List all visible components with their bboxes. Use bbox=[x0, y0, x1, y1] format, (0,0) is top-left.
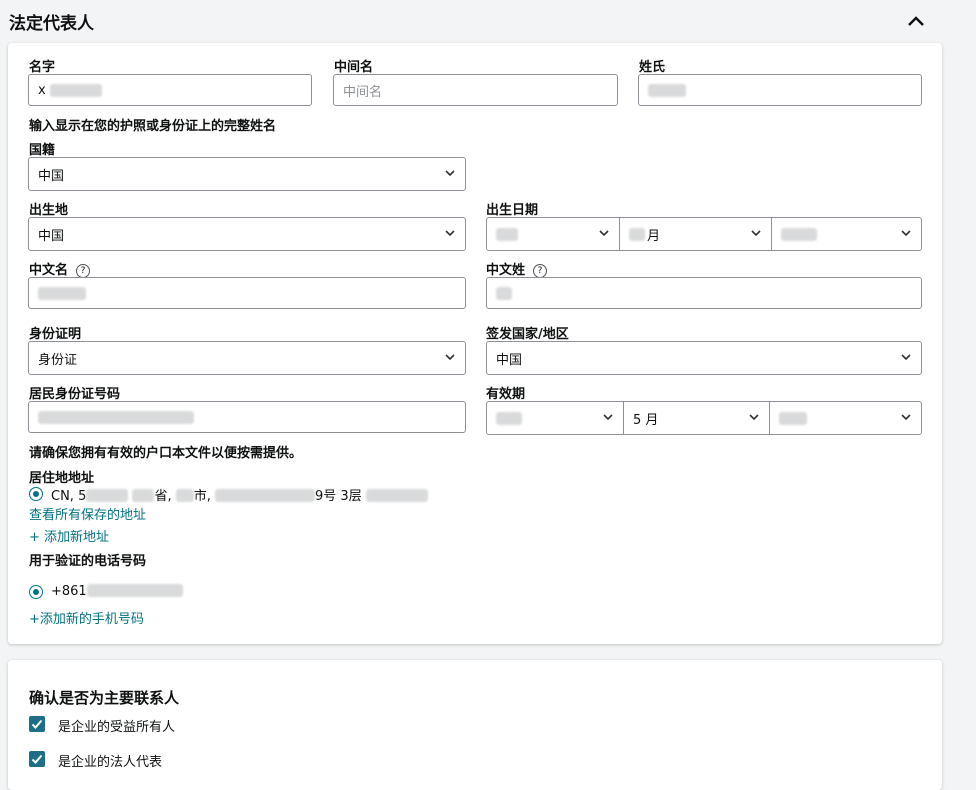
chevron-down-icon bbox=[603, 414, 613, 421]
redacted-text bbox=[38, 410, 194, 424]
middle-name-input[interactable]: 中间名 bbox=[333, 74, 618, 106]
name-hint: 输入显示在您的护照或身份证上的完整姓名 bbox=[29, 119, 277, 134]
help-icon[interactable]: ? bbox=[533, 264, 548, 278]
chevron-down-icon bbox=[749, 414, 759, 421]
birthplace-value: 中国 bbox=[38, 228, 65, 244]
birthplace-select[interactable]: 中国 bbox=[28, 217, 466, 251]
birthdate-label: 出生日期 bbox=[486, 203, 539, 218]
chevron-down-icon bbox=[901, 414, 911, 421]
add-address-link[interactable]: + 添加新地址 bbox=[29, 526, 109, 545]
chevron-down-icon bbox=[901, 354, 911, 361]
expiry-label: 有效期 bbox=[486, 387, 526, 402]
chinese-first-name-label-text: 中文名 bbox=[29, 263, 69, 278]
last-name-label: 姓氏 bbox=[639, 60, 666, 75]
phone-value: +861 bbox=[51, 584, 87, 599]
redacted-text bbox=[86, 584, 183, 597]
expiry-month-select[interactable]: 5 月 bbox=[623, 401, 770, 435]
chevron-down-icon bbox=[445, 230, 455, 237]
redacted-text bbox=[496, 227, 518, 241]
view-saved-addresses-link[interactable]: 查看所有保存的地址 bbox=[29, 504, 146, 523]
last-name-input[interactable] bbox=[638, 74, 922, 106]
address-part: 9号 3层 bbox=[315, 489, 362, 504]
chevron-up-icon[interactable] bbox=[905, 12, 927, 30]
redacted-text bbox=[38, 286, 86, 300]
redacted-text bbox=[365, 489, 428, 502]
nationality-select[interactable]: 中国 bbox=[28, 157, 466, 191]
nationality-label: 国籍 bbox=[29, 143, 56, 158]
id-type-value: 身份证 bbox=[38, 352, 78, 368]
legal-representative-label: 是企业的法人代表 bbox=[58, 755, 163, 770]
chevron-down-icon bbox=[445, 354, 455, 361]
checkbox-checked-icon[interactable] bbox=[29, 716, 45, 732]
birthplace-label: 出生地 bbox=[29, 203, 69, 218]
redacted-text bbox=[496, 286, 512, 300]
legal-representative-card: 名字 x 中间名 中间名 姓氏 输入显示在您的护照或身份证上的完整姓名 国籍 中… bbox=[8, 43, 942, 644]
phone-label: 用于验证的电话号码 bbox=[29, 554, 147, 569]
chevron-down-icon bbox=[445, 170, 455, 177]
expiry-day-select[interactable] bbox=[769, 401, 922, 435]
nationality-value: 中国 bbox=[38, 168, 65, 184]
expiry-year-select[interactable] bbox=[486, 401, 624, 435]
id-type-select[interactable]: 身份证 bbox=[28, 341, 466, 375]
birth-year-select[interactable] bbox=[486, 217, 620, 251]
chevron-down-icon bbox=[599, 230, 609, 237]
expiry-month-value: 5 月 bbox=[633, 412, 659, 428]
address-part: 市, bbox=[193, 489, 216, 504]
help-icon[interactable]: ? bbox=[76, 264, 91, 278]
id-number-input[interactable] bbox=[28, 401, 466, 433]
checkbox-checked-icon[interactable] bbox=[29, 751, 45, 767]
chinese-last-name-label: 中文姓? bbox=[486, 259, 548, 278]
chevron-down-icon bbox=[901, 230, 911, 237]
birth-day-select[interactable] bbox=[771, 217, 922, 251]
redacted-text bbox=[781, 227, 817, 241]
first-name-label: 名字 bbox=[29, 60, 56, 75]
redacted-text bbox=[648, 83, 686, 97]
issuing-country-select[interactable]: 中国 bbox=[486, 341, 922, 375]
issuing-country-value: 中国 bbox=[496, 352, 523, 368]
address-part: 省, bbox=[154, 489, 176, 504]
address-radio[interactable] bbox=[29, 487, 43, 501]
section-title: 法定代表人 bbox=[9, 14, 94, 34]
first-name-value: x bbox=[38, 82, 46, 98]
birth-month-select[interactable]: 月 bbox=[619, 217, 772, 251]
chinese-last-name-label-text: 中文姓 bbox=[486, 263, 526, 278]
address-text: CN, 5 省, 市, 9号 3层 bbox=[51, 485, 428, 504]
redacted-text bbox=[779, 411, 807, 425]
address-part: CN, 5 bbox=[51, 489, 87, 504]
middle-name-placeholder: 中间名 bbox=[343, 84, 383, 100]
birth-month-suffix: 月 bbox=[647, 228, 661, 244]
redacted-text bbox=[215, 489, 316, 502]
chinese-first-name-input[interactable] bbox=[28, 277, 466, 309]
phone-text: +861 bbox=[51, 584, 183, 599]
issuing-country-label: 签发国家/地区 bbox=[486, 327, 569, 342]
redacted-text bbox=[496, 411, 522, 425]
chinese-last-name-input[interactable] bbox=[486, 277, 922, 309]
middle-name-label: 中间名 bbox=[334, 60, 374, 75]
redacted-text bbox=[49, 83, 102, 97]
address-label: 居住地地址 bbox=[29, 471, 95, 486]
redacted-text bbox=[132, 489, 155, 502]
id-type-label: 身份证明 bbox=[29, 327, 82, 342]
redacted-text bbox=[86, 489, 129, 502]
primary-contact-card: 确认是否为主要联系人 是企业的受益所有人 是企业的法人代表 bbox=[8, 660, 942, 790]
chevron-down-icon bbox=[751, 230, 761, 237]
first-name-input[interactable]: x bbox=[28, 74, 312, 106]
phone-radio[interactable] bbox=[29, 585, 43, 599]
redacted-text bbox=[629, 227, 645, 241]
chinese-first-name-label: 中文名? bbox=[29, 259, 91, 278]
redacted-text bbox=[175, 489, 194, 502]
add-phone-link[interactable]: +添加新的手机号码 bbox=[29, 608, 144, 627]
id-number-label: 居民身份证号码 bbox=[29, 387, 121, 402]
hukou-hint: 请确保您拥有有效的户口本文件以便按需提供。 bbox=[29, 446, 303, 461]
beneficial-owner-label: 是企业的受益所有人 bbox=[58, 720, 176, 735]
primary-contact-title: 确认是否为主要联系人 bbox=[29, 689, 180, 707]
